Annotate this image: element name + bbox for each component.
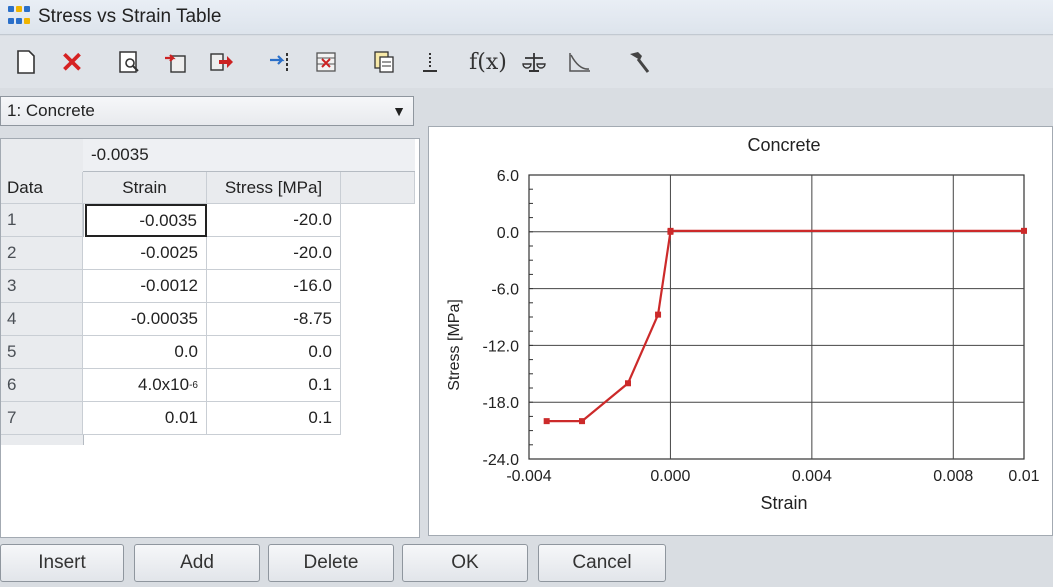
add-button[interactable]: Add [134,544,260,582]
empty-column-header [341,172,415,204]
data-point [543,418,550,425]
data-point [625,380,631,387]
insert-column-icon[interactable] [260,42,300,82]
material-select-value: 1: Concrete [7,101,95,120]
plot-frame [528,174,1025,460]
y-tick-label: 0.0 [497,225,519,242]
material-select[interactable]: 1: Concrete ▼ [0,96,414,126]
window-title: Stress vs Strain Table [38,6,222,27]
strain-cell[interactable]: -0.00035 [83,303,207,336]
preview-icon[interactable] [110,42,150,82]
chart-panel: Concrete Strain Stress [MPa] -0.004 0.000… [428,126,1053,536]
function-icon[interactable]: f(x) [468,42,508,82]
x-tick-label: 0.008 [933,468,973,485]
row-header[interactable]: 5 [1,336,83,369]
y-tick-label: 6.0 [497,168,519,185]
ok-button[interactable]: OK [402,544,528,582]
copy-data-icon[interactable] [364,42,404,82]
sort-icon[interactable] [410,42,450,82]
x-tick-label: 0.01 [1008,468,1039,485]
y-tick-label: -18.0 [483,395,520,412]
data-point [579,418,586,425]
x-tick-label: 0.000 [650,468,690,485]
x-tick-label: -0.004 [506,468,551,485]
strain-exponent: -6 [189,379,198,391]
row-header[interactable]: 3 [1,270,83,303]
row-header[interactable]: 7 [1,402,83,435]
strain-column-header[interactable]: Strain [83,172,207,204]
close-icon[interactable]: ✕ [52,42,92,82]
row-header[interactable]: 2 [1,237,83,270]
row-header[interactable]: 4 [1,303,83,336]
curve-icon[interactable] [560,42,600,82]
strain-cell[interactable]: 0.0 [83,336,207,369]
toolbar: ✕ f(x) [0,36,1053,88]
stress-cell[interactable]: 0.1 [207,402,341,435]
data-column-header: Data [1,172,83,204]
plot-area: -0.004 0.000 0.004 0.008 0.01 6.0 0.0 -6.0 -12.0… [483,168,1040,485]
cancel-button[interactable]: Cancel [538,544,666,582]
stress-cell[interactable]: 0.1 [207,369,341,402]
row-header[interactable]: 1 [1,204,83,237]
stress-cell[interactable]: -20.0 [207,237,341,270]
y-axis-label: Stress [MPa] [446,299,463,391]
y-tick-label: -6.0 [491,282,519,299]
stress-cell[interactable]: 0.0 [207,336,341,369]
stress-strain-table: -0.0035 Data Strain Stress [MPa] 1 -0.00… [0,138,420,538]
new-page-icon[interactable] [6,42,46,82]
stress-cell[interactable]: -20.0 [207,204,341,237]
insert-button[interactable]: Insert [0,544,124,582]
delete-table-icon[interactable] [306,42,346,82]
title-bar: Stress vs Strain Table [0,0,1053,35]
app-icon [8,6,30,28]
stress-cell[interactable]: -16.0 [207,270,341,303]
stress-strain-chart: Concrete Strain Stress [MPa] -0.004 0.000… [446,135,1040,513]
data-point [655,311,662,318]
delete-button[interactable]: Delete [268,544,394,582]
stress-cell[interactable]: -8.75 [207,303,341,336]
chart-title: Concrete [747,135,820,155]
import-icon[interactable] [156,42,196,82]
strain-cell[interactable]: -0.0035 [85,204,207,237]
strain-cell[interactable]: -0.0025 [83,237,207,270]
cell-edit-field[interactable]: -0.0035 [83,139,415,172]
data-point [667,227,674,234]
x-axis-label: Strain [760,493,807,513]
y-tick-label: -12.0 [483,338,520,355]
stress-column-header[interactable]: Stress [MPa] [207,172,341,204]
strain-base: 4.0x10 [138,375,190,394]
strain-cell[interactable]: 0.01 [83,402,207,435]
hammer-icon[interactable] [618,42,658,82]
export-icon[interactable] [202,42,242,82]
x-tick-label: 0.004 [792,468,832,485]
chevron-down-icon[interactable]: ▼ [385,97,413,125]
strain-cell[interactable]: -0.0012 [83,270,207,303]
balance-icon[interactable] [514,42,554,82]
y-tick-label: -24.0 [483,452,520,469]
row-header[interactable]: 6 [1,369,83,402]
strain-cell[interactable]: 4.0x10 -6 [83,369,207,402]
data-point [1021,227,1027,234]
